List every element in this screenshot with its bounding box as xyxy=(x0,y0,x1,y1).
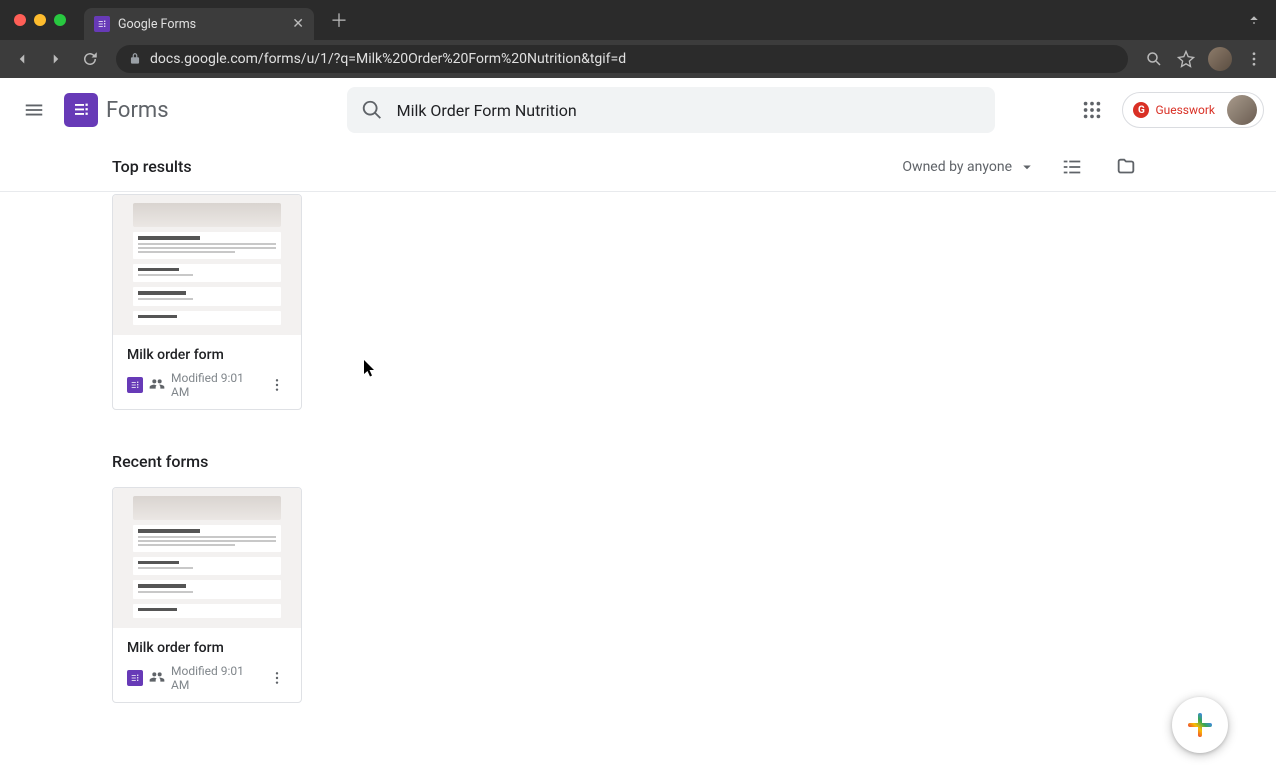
card-meta: Modified 9:01 AM xyxy=(127,664,287,692)
search-box[interactable] xyxy=(347,87,995,133)
create-form-fab[interactable] xyxy=(1172,697,1228,753)
main-menu-button[interactable] xyxy=(12,88,56,132)
bookmark-star-icon[interactable] xyxy=(1172,45,1200,73)
window-controls xyxy=(14,14,66,26)
tab-strip: Google Forms ✕ ＋ xyxy=(0,0,1276,40)
tab-overflow-icon[interactable] xyxy=(1240,6,1268,34)
list-view-button[interactable] xyxy=(1054,149,1090,185)
card-modified: Modified 9:01 AM xyxy=(171,371,261,399)
chevron-down-icon xyxy=(1018,158,1036,176)
card-title: Milk order form xyxy=(127,347,287,363)
browser-chrome: Google Forms ✕ ＋ docs.google.com/forms/u… xyxy=(0,0,1276,78)
app-name: Forms xyxy=(106,98,169,123)
browser-profile-avatar[interactable] xyxy=(1208,47,1232,71)
recent-forms-title: Recent forms xyxy=(112,452,1164,471)
card-thumbnail xyxy=(113,488,301,628)
google-apps-button[interactable] xyxy=(1070,88,1114,132)
card-thumbnail xyxy=(113,195,301,335)
form-card[interactable]: Milk order form Modified 9:01 AM xyxy=(112,194,302,410)
header-right: G Guesswork xyxy=(1070,88,1264,132)
account-chip[interactable]: G Guesswork xyxy=(1122,92,1264,128)
form-card[interactable]: Milk order form Modified 9:01 AM xyxy=(112,487,302,703)
back-button[interactable] xyxy=(8,45,36,73)
shared-icon xyxy=(149,669,165,688)
address-bar: docs.google.com/forms/u/1/?q=Milk%20Orde… xyxy=(0,40,1276,78)
search-icon xyxy=(361,99,383,121)
guesswork-label: Guesswork xyxy=(1155,103,1215,117)
toolbar-right: Owned by anyone xyxy=(902,149,1144,185)
user-avatar[interactable] xyxy=(1227,95,1257,125)
shared-icon xyxy=(149,376,165,395)
close-window-button[interactable] xyxy=(14,14,26,26)
zoom-icon[interactable] xyxy=(1140,45,1168,73)
card-title: Milk order form xyxy=(127,640,287,656)
app-header: Forms G Guesswork xyxy=(0,78,1276,142)
plus-icon xyxy=(1186,711,1214,739)
browser-tab[interactable]: Google Forms ✕ xyxy=(84,8,314,40)
search-input[interactable] xyxy=(397,101,981,120)
tab-title: Google Forms xyxy=(118,17,284,32)
url-field[interactable]: docs.google.com/forms/u/1/?q=Milk%20Orde… xyxy=(116,45,1128,73)
forms-favicon-icon xyxy=(94,16,110,32)
guesswork-badge-icon: G xyxy=(1133,102,1149,118)
open-file-picker-button[interactable] xyxy=(1108,149,1144,185)
minimize-window-button[interactable] xyxy=(34,14,46,26)
forms-logo-icon xyxy=(64,93,98,127)
forms-file-icon xyxy=(127,670,143,686)
recent-forms-grid: Milk order form Modified 9:01 AM xyxy=(112,487,1164,703)
close-tab-icon[interactable]: ✕ xyxy=(292,16,304,32)
content-area: Milk order form Modified 9:01 AM Recent … xyxy=(0,192,1276,777)
card-menu-button[interactable] xyxy=(267,668,287,688)
search-wrap xyxy=(347,87,995,133)
maximize-window-button[interactable] xyxy=(54,14,66,26)
forms-logo[interactable]: Forms xyxy=(64,93,169,127)
new-tab-button[interactable]: ＋ xyxy=(330,7,348,33)
address-bar-actions xyxy=(1140,45,1268,73)
url-text: docs.google.com/forms/u/1/?q=Milk%20Orde… xyxy=(150,51,626,67)
card-meta: Modified 9:01 AM xyxy=(127,371,287,399)
card-menu-button[interactable] xyxy=(267,375,287,395)
forward-button[interactable] xyxy=(42,45,70,73)
top-results-title: Top results xyxy=(112,157,192,176)
results-toolbar: Top results Owned by anyone xyxy=(0,142,1276,192)
forms-file-icon xyxy=(127,377,143,393)
reload-button[interactable] xyxy=(76,45,104,73)
card-modified: Modified 9:01 AM xyxy=(171,664,261,692)
owned-by-label: Owned by anyone xyxy=(902,159,1012,175)
owned-by-dropdown[interactable]: Owned by anyone xyxy=(902,158,1036,176)
card-info: Milk order form Modified 9:01 AM xyxy=(113,628,301,702)
card-info: Milk order form Modified 9:01 AM xyxy=(113,335,301,409)
top-results-grid: Milk order form Modified 9:01 AM xyxy=(112,194,1164,410)
lock-icon xyxy=(128,52,142,66)
browser-menu-icon[interactable] xyxy=(1240,45,1268,73)
